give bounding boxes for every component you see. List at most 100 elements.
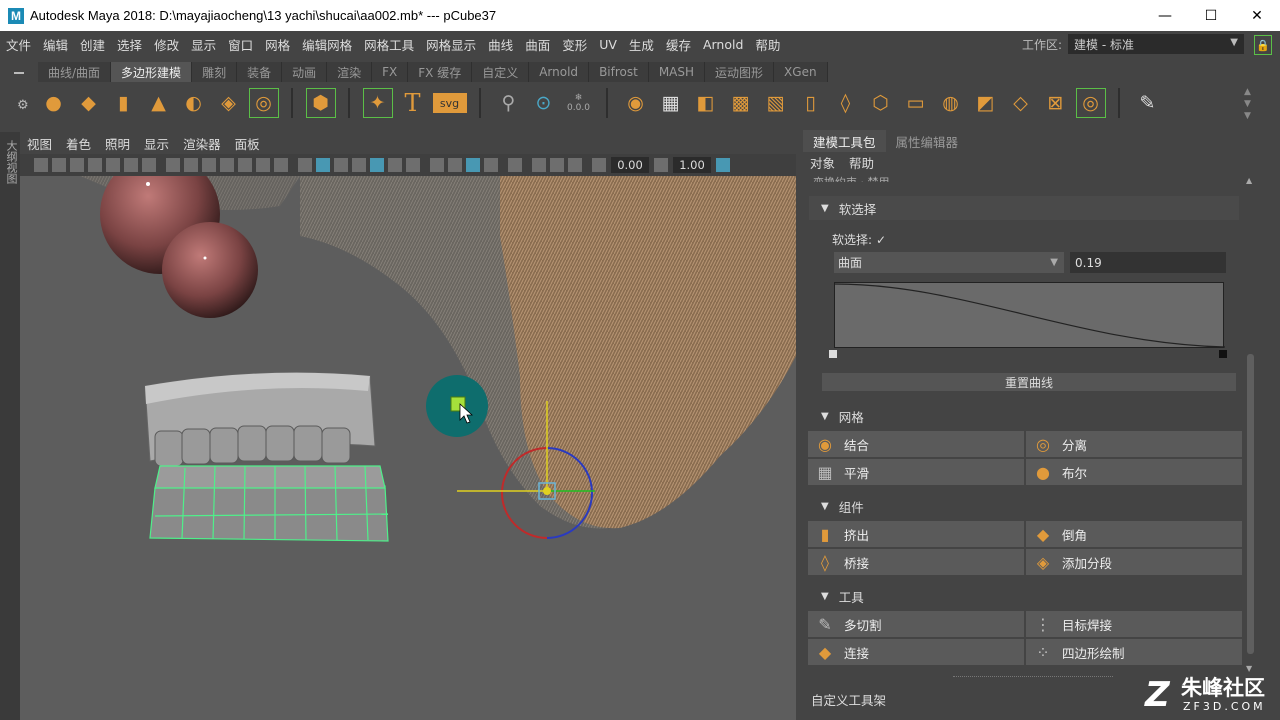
workspace-dropdown[interactable]: 建模 - 标准 ▼ bbox=[1068, 34, 1244, 54]
shelf-tab[interactable]: FX 缓存 bbox=[408, 62, 473, 82]
mirror-shelf-icon[interactable]: ◩ bbox=[971, 88, 1001, 118]
shelf-tab[interactable]: 装备 bbox=[237, 62, 283, 82]
menu-item[interactable]: 显示 bbox=[185, 35, 222, 54]
viewport-menu-item[interactable]: 照明 bbox=[98, 134, 137, 153]
svg-tool-icon[interactable]: svg bbox=[432, 93, 467, 113]
shelf-tab[interactable]: 曲线/曲面 bbox=[38, 62, 112, 82]
falloff-mode-dropdown[interactable]: 曲面 ▼ bbox=[834, 252, 1064, 273]
safe-title-icon[interactable] bbox=[274, 158, 288, 172]
menu-item[interactable]: 修改 bbox=[148, 35, 185, 54]
type-tool-icon[interactable]: T bbox=[398, 88, 428, 118]
shelf-menu-icon[interactable] bbox=[14, 72, 24, 74]
menu-item[interactable]: 曲线 bbox=[482, 35, 519, 54]
field-chart-icon[interactable] bbox=[238, 158, 252, 172]
minimize-button[interactable]: — bbox=[1142, 0, 1188, 31]
gamma-field[interactable]: 1.00 bbox=[673, 157, 711, 173]
uv-editor-icon[interactable]: ◎ bbox=[1075, 88, 1106, 118]
bevel-shelf-icon[interactable]: ⬡ bbox=[866, 88, 896, 118]
panel-scrollbar[interactable]: ▲ ▼ bbox=[1246, 176, 1255, 673]
shelf-gear-icon[interactable]: ⚙ bbox=[17, 98, 29, 113]
curve-key-end[interactable] bbox=[1219, 350, 1227, 358]
separate-button[interactable]: ◎ 分离 bbox=[1026, 431, 1242, 457]
reset-curve-button[interactable]: 重置曲线 bbox=[822, 373, 1236, 391]
menu-item[interactable]: 创建 bbox=[74, 35, 111, 54]
grease-pencil-icon[interactable] bbox=[142, 158, 156, 172]
disc-icon[interactable]: ◎ bbox=[248, 88, 279, 118]
panel-menu-item[interactable]: 帮助 bbox=[842, 153, 881, 172]
resolution-gate-icon[interactable] bbox=[202, 158, 216, 172]
combine-button[interactable]: ◉ 结合 bbox=[808, 431, 1024, 457]
viewport-menu-item[interactable]: 视图 bbox=[20, 134, 59, 153]
viewport-menu-item[interactable]: 着色 bbox=[59, 134, 98, 153]
menu-item[interactable]: 帮助 bbox=[749, 35, 786, 54]
soft-select-header[interactable]: ▼ 软选择 bbox=[809, 196, 1239, 220]
scrollbar-thumb[interactable] bbox=[1247, 354, 1254, 654]
shelf-tab[interactable]: Arnold bbox=[529, 62, 590, 82]
target-weld-button[interactable]: ⋮ 目标焊接 bbox=[1026, 611, 1242, 637]
menu-item[interactable]: 编辑 bbox=[37, 35, 74, 54]
lights-icon[interactable] bbox=[388, 158, 402, 172]
sphere-icon[interactable]: ● bbox=[39, 88, 69, 118]
panel-tab[interactable]: 属性编辑器 bbox=[886, 130, 969, 152]
maximize-button[interactable]: ☐ bbox=[1188, 0, 1234, 31]
sweep-mesh-icon[interactable]: ⚲ bbox=[494, 88, 524, 118]
bridge-button[interactable]: ◊ 桥接 bbox=[808, 549, 1024, 575]
smooth-shade-icon[interactable] bbox=[316, 158, 330, 172]
default-material-icon[interactable] bbox=[334, 158, 348, 172]
menu-item[interactable]: 缓存 bbox=[660, 35, 697, 54]
menu-item[interactable]: Arnold bbox=[697, 37, 749, 52]
reduce-shelf-icon[interactable]: ▧ bbox=[761, 88, 791, 118]
shaded-wireframe-icon[interactable] bbox=[352, 158, 366, 172]
shelf-tab[interactable]: 多边形建模 bbox=[111, 62, 193, 82]
shelf-scroll-arrows[interactable]: ▲ ▼ ▼ bbox=[1244, 86, 1251, 122]
fill-hole-icon[interactable]: ▭ bbox=[901, 88, 931, 118]
sculpt-shelf-icon[interactable]: ◍ bbox=[936, 88, 966, 118]
quad-draw-button[interactable]: ⁘ 四边形绘制 bbox=[1026, 639, 1242, 665]
close-button[interactable]: ✕ bbox=[1234, 0, 1280, 31]
select-camera-icon[interactable] bbox=[34, 158, 48, 172]
xray-icon[interactable] bbox=[532, 158, 546, 172]
viewport-menu-item[interactable]: 显示 bbox=[137, 134, 176, 153]
isolate-select-icon[interactable] bbox=[508, 158, 522, 172]
shelf-tab[interactable]: 运动图形 bbox=[705, 62, 775, 82]
menu-item[interactable]: 生成 bbox=[623, 35, 660, 54]
viewport-menu-item[interactable]: 面板 bbox=[228, 134, 267, 153]
menu-item[interactable]: 文件 bbox=[0, 35, 37, 54]
lock-camera-icon[interactable] bbox=[52, 158, 66, 172]
cone-icon[interactable]: ▲ bbox=[144, 88, 174, 118]
planar-uv-icon[interactable]: ◇ bbox=[1006, 88, 1036, 118]
plane-icon[interactable]: ◈ bbox=[214, 88, 244, 118]
shelf-tab[interactable]: XGen bbox=[774, 62, 828, 82]
shelf-tab[interactable]: 动画 bbox=[282, 62, 328, 82]
menu-item[interactable]: 网格显示 bbox=[420, 35, 482, 54]
menu-item[interactable]: 曲面 bbox=[519, 35, 556, 54]
mesh-section-header[interactable]: ▼ 网格 bbox=[809, 404, 1249, 428]
exposure-field[interactable]: 0.00 bbox=[611, 157, 649, 173]
extrude-shelf-icon[interactable]: ▯ bbox=[796, 88, 826, 118]
xray-components-icon[interactable] bbox=[568, 158, 582, 172]
shelf-tab[interactable]: Bifrost bbox=[589, 62, 649, 82]
panel-menu-item[interactable]: 对象 bbox=[803, 153, 842, 172]
bookmark-icon[interactable] bbox=[88, 158, 102, 172]
shelf-tab[interactable]: MASH bbox=[648, 62, 706, 82]
image-plane-icon[interactable] bbox=[106, 158, 120, 172]
menu-item[interactable]: 窗口 bbox=[222, 35, 259, 54]
soft-select-checkbox[interactable]: ✓ bbox=[876, 233, 886, 247]
bridge-shelf-icon[interactable]: ◊ bbox=[831, 88, 861, 118]
smooth-shelf-icon[interactable]: ▩ bbox=[726, 88, 756, 118]
camera-attr-icon[interactable] bbox=[70, 158, 84, 172]
bevel-button[interactable]: ◆ 倒角 bbox=[1026, 521, 1242, 547]
xray-joints-icon[interactable] bbox=[550, 158, 564, 172]
textured-icon[interactable] bbox=[370, 158, 384, 172]
cylinder-icon[interactable]: ▮ bbox=[109, 88, 139, 118]
tools-section-header[interactable]: ▼ 工具 bbox=[809, 584, 1249, 608]
separate-shelf-icon[interactable]: ▦ bbox=[656, 88, 686, 118]
grid-icon[interactable] bbox=[166, 158, 180, 172]
add-divisions-button[interactable]: ◈ 添加分段 bbox=[1026, 549, 1242, 575]
shelf-tab[interactable]: FX bbox=[372, 62, 409, 82]
panel-resize-handle[interactable] bbox=[953, 676, 1113, 678]
scroll-down-icon[interactable]: ▼ bbox=[1246, 664, 1252, 673]
menu-item[interactable]: 编辑网格 bbox=[296, 35, 358, 54]
gamma-icon[interactable] bbox=[654, 158, 668, 172]
uv-layout-icon[interactable]: ⊠ bbox=[1041, 88, 1071, 118]
